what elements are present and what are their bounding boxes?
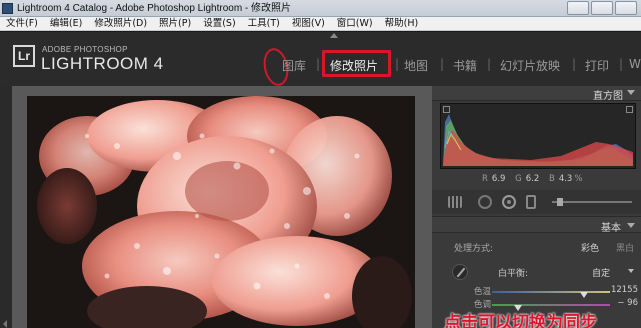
module-separator: | <box>316 57 321 71</box>
menu-settings[interactable]: 设置(S) <box>197 17 241 30</box>
rgb-readout: R 6.9 G 6.2 B 4.3% <box>482 174 582 184</box>
white-balance-select[interactable]: 自定 <box>592 266 610 279</box>
histogram-graph <box>443 114 633 166</box>
annotation-caption: 点击可以切换为同步 <box>444 313 597 328</box>
menu-tools[interactable]: 工具(T) <box>242 17 286 30</box>
triangle-down-icon[interactable] <box>627 90 635 95</box>
brand-subtitle: ADOBE PHOTOSHOP <box>42 45 128 54</box>
treatment-color-option[interactable]: 彩色 <box>581 241 599 254</box>
window-titlebar: Lightroom 4 Catalog - Adobe Photoshop Li… <box>0 0 641 17</box>
module-web[interactable]: W <box>629 57 641 71</box>
temperature-slider[interactable] <box>492 291 610 298</box>
tint-slider[interactable] <box>492 304 610 311</box>
b-label: B <box>548 174 555 184</box>
temperature-value[interactable]: 12155 <box>611 285 638 295</box>
g-value: 6.2 <box>525 174 540 184</box>
menu-photo[interactable]: 照片(P) <box>153 17 197 30</box>
module-develop[interactable]: 修改照片 <box>330 57 378 74</box>
tint-value[interactable]: − 96 <box>617 298 638 308</box>
window-controls <box>567 1 637 15</box>
eyedropper-icon[interactable] <box>452 264 468 280</box>
spot-removal-icon[interactable] <box>478 195 492 209</box>
rose-photo <box>27 96 415 328</box>
histogram-title: 直方图 <box>593 91 623 102</box>
tool-strip <box>432 190 641 214</box>
app-icon <box>2 3 13 14</box>
module-slideshow[interactable]: 幻灯片放映 <box>500 57 560 74</box>
b-value: 4.3 <box>558 174 573 184</box>
module-bar: Lr ADOBE PHOTOSHOP LIGHTROOM 4 图库 | 修改照片… <box>0 32 641 89</box>
module-book[interactable]: 书籍 <box>453 57 477 74</box>
module-separator: | <box>572 57 577 71</box>
menu-develop[interactable]: 修改照片(D) <box>88 17 153 30</box>
highlight-clipping-icon[interactable] <box>626 106 633 113</box>
image-canvas <box>12 86 432 328</box>
temperature-slider-row: 色温 12155 <box>468 285 638 298</box>
crop-overlay-icon[interactable] <box>448 196 462 208</box>
module-map[interactable]: 地图 <box>404 57 428 74</box>
arrow-up-icon[interactable] <box>330 33 338 38</box>
module-separator: | <box>395 57 400 71</box>
histogram <box>440 103 636 169</box>
photo-preview[interactable] <box>27 96 415 328</box>
brand-title: LIGHTROOM 4 <box>41 54 164 73</box>
chevron-down-icon[interactable] <box>628 269 634 273</box>
basic-panel-title: 基本 <box>601 223 621 234</box>
r-value: 6.9 <box>491 174 506 184</box>
graduated-filter-icon[interactable] <box>526 195 536 209</box>
maximize-button[interactable] <box>591 1 613 15</box>
module-print[interactable]: 打印 <box>585 57 609 74</box>
menu-edit[interactable]: 编辑(E) <box>44 17 88 30</box>
menu-file[interactable]: 文件(F) <box>0 17 44 30</box>
menu-bar: 文件(F) 编辑(E) 修改照片(D) 照片(P) 设置(S) 工具(T) 视图… <box>0 17 641 31</box>
left-panel-collapsed[interactable] <box>0 86 12 328</box>
white-balance-label: 白平衡: <box>498 269 529 279</box>
expand-left-icon[interactable] <box>3 320 7 328</box>
red-eye-icon[interactable] <box>502 195 516 209</box>
window-title: Lightroom 4 Catalog - Adobe Photoshop Li… <box>17 3 292 14</box>
module-separator: | <box>487 57 492 71</box>
histogram-header[interactable]: 直方图 <box>432 86 641 102</box>
g-label: G <box>515 174 522 184</box>
percent-unit: % <box>574 174 583 184</box>
menu-help[interactable]: 帮助(H) <box>379 17 425 30</box>
temperature-label: 色温 <box>474 287 492 297</box>
close-button[interactable] <box>615 1 637 15</box>
module-library[interactable]: 图库 <box>282 57 306 74</box>
basic-panel-header[interactable]: 基本 <box>432 216 641 234</box>
adjustment-brush-slider[interactable] <box>552 198 632 206</box>
lightroom-logo: Lr <box>13 45 35 67</box>
r-label: R <box>482 174 488 184</box>
treatment-bw-option[interactable]: 黑白 <box>616 241 634 254</box>
triangle-down-icon[interactable] <box>627 223 635 228</box>
module-separator: | <box>619 57 624 71</box>
minimize-button[interactable] <box>567 1 589 15</box>
shadow-clipping-icon[interactable] <box>443 106 450 113</box>
treatment-label: 处理方式: <box>454 244 494 254</box>
menu-view[interactable]: 视图(V) <box>286 17 331 30</box>
module-separator: | <box>440 57 445 71</box>
menu-window[interactable]: 窗口(W) <box>331 17 379 30</box>
